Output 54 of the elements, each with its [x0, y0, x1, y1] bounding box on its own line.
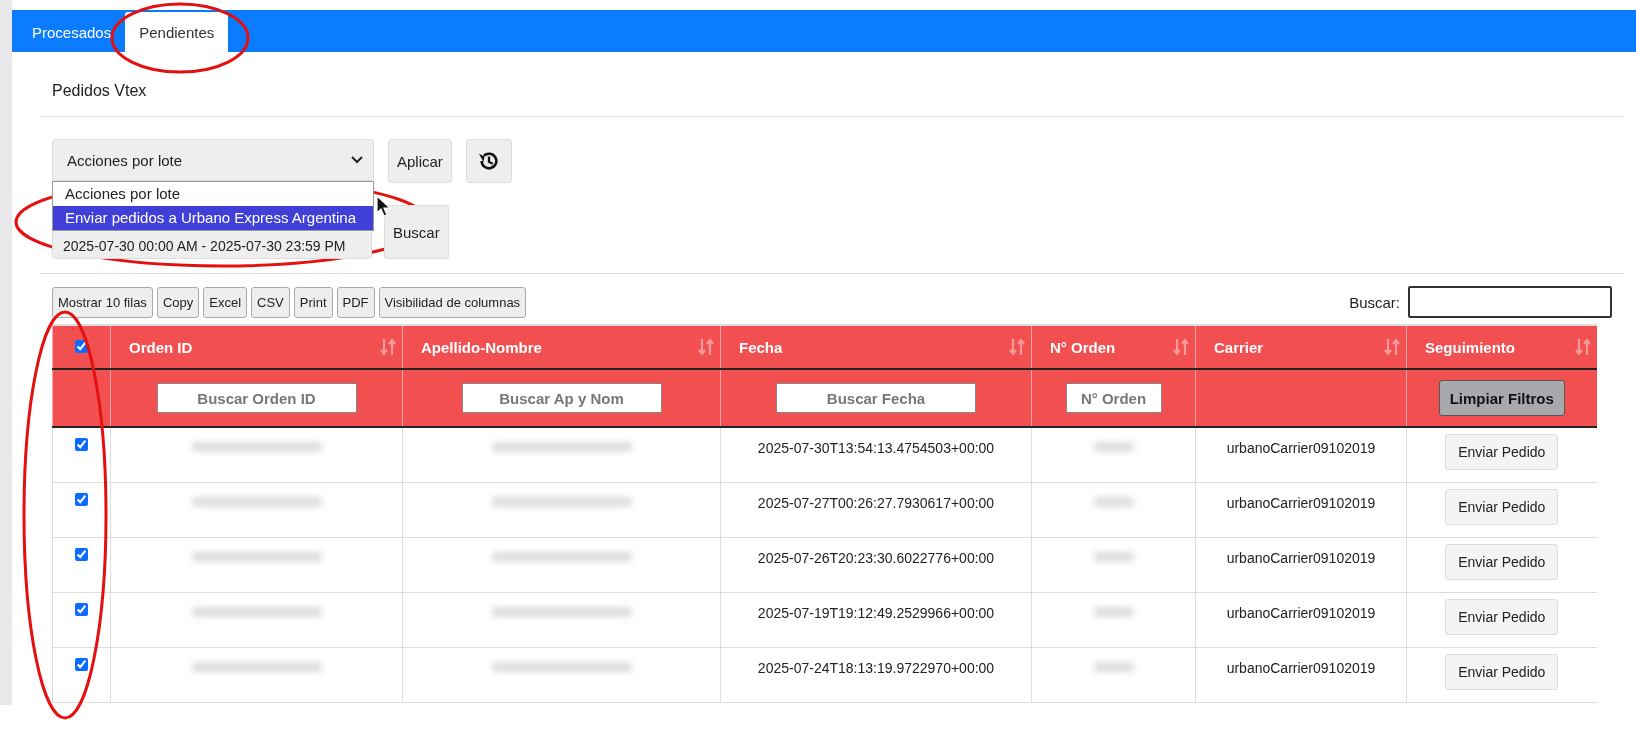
select-all-checkbox[interactable] [75, 339, 88, 353]
table-cell: 2025-07-26T20:23:30.6022776+00:00 [757, 549, 995, 566]
blurred-text [1093, 551, 1134, 562]
table-cell: 2025-07-27T00:26:27.7930617+00:00 [757, 494, 995, 511]
filter-field[interactable]: Buscar Ap y Nom [461, 383, 662, 413]
row-checkbox[interactable] [75, 657, 88, 671]
search-label: Buscar: [1349, 293, 1400, 311]
chevron-icon [351, 156, 363, 164]
clock-arrow-icon [477, 150, 500, 172]
table-cell: urbanoCarrier09102019 [1226, 494, 1376, 511]
filter-field[interactable]: N° Orden [1065, 383, 1162, 413]
table-cell: urbanoCarrier09102019 [1226, 440, 1376, 456]
tab[interactable]: Pendientes [125, 12, 229, 52]
history-button[interactable] [465, 139, 512, 183]
table-cell: 2025-07-19T19:12:49.2529966+00:00 [757, 604, 995, 621]
send-order-button[interactable]: Enviar Pedido [1445, 598, 1559, 635]
sort-icon [380, 338, 396, 356]
table-cell: urbanoCarrier09102019 [1226, 659, 1376, 676]
table-cell: 2025-07-24T18:13:19.9722970+00:00 [757, 659, 995, 676]
blurred-text [1093, 442, 1134, 452]
export-button[interactable]: Mostrar 10 filas [52, 286, 153, 318]
export-button[interactable]: CSV [251, 286, 290, 318]
send-order-button[interactable]: Enviar Pedido [1445, 434, 1559, 470]
table-cell: urbanoCarrier09102019 [1226, 549, 1376, 566]
table-cell: 2025-07-30T13:54:13.4754503+00:00 [757, 440, 995, 456]
section-title: Pedidos Vtex [51, 81, 148, 101]
export-button[interactable]: PDF [336, 286, 375, 318]
blurred-text [1093, 661, 1134, 672]
filter-field[interactable]: Buscar Fecha [776, 383, 976, 413]
apply-button[interactable]: Aplicar [388, 139, 452, 183]
filter-field[interactable]: Buscar Orden ID [156, 383, 357, 413]
send-order-button[interactable]: Enviar Pedido [1445, 653, 1559, 690]
tab[interactable]: Procesados [18, 12, 126, 52]
export-button[interactable]: Copy [156, 286, 200, 318]
export-button[interactable]: Excel [203, 286, 248, 318]
sort-icon [698, 338, 714, 356]
blurred-text [1093, 606, 1134, 617]
send-order-button[interactable]: Enviar Pedido [1445, 543, 1559, 580]
batch-action-select[interactable]: Acciones por lote [52, 139, 374, 181]
export-button[interactable]: Visibilidad de columnas [378, 286, 527, 318]
row-checkbox[interactable] [75, 438, 88, 451]
sort-icon [1173, 338, 1189, 356]
blurred-text [1093, 496, 1134, 507]
row-checkbox[interactable] [75, 492, 88, 506]
table-cell: urbanoCarrier09102019 [1226, 604, 1376, 621]
clear-filters-button[interactable]: Limpiar Filtros [1438, 380, 1565, 416]
send-order-button[interactable]: Enviar Pedido [1445, 488, 1559, 525]
sort-icon [1009, 338, 1025, 356]
sort-icon [1574, 338, 1591, 356]
export-button[interactable]: Print [293, 286, 333, 318]
row-checkbox[interactable] [75, 547, 88, 561]
sort-icon [1384, 338, 1400, 356]
search-field[interactable] [1408, 286, 1612, 318]
row-checkbox[interactable] [75, 602, 88, 616]
